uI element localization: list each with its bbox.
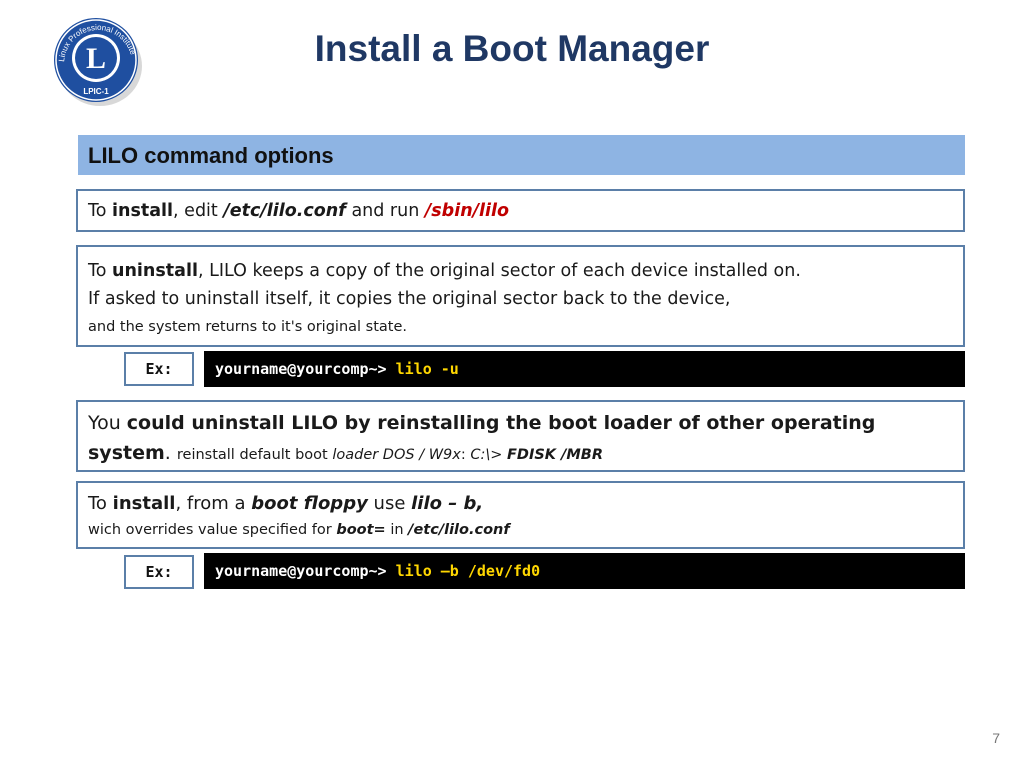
path-lilo-conf: /etc/lilo.conf bbox=[408, 522, 510, 538]
bold-word-system: system bbox=[88, 442, 165, 464]
text: wich overrides value specified for bbox=[88, 522, 337, 538]
text: use bbox=[367, 493, 412, 514]
bold-statement: could uninstall LILO by reinstalling the… bbox=[126, 412, 876, 434]
keyword-boot-floppy: boot floppy bbox=[251, 493, 368, 514]
floppy-line-2: wich overrides value specified for boot=… bbox=[88, 517, 953, 543]
command-lilo-b: lilo – b, bbox=[411, 493, 484, 514]
example-label: Ex: bbox=[124, 555, 194, 589]
example-label: Ex: bbox=[124, 352, 194, 386]
floppy-line-1: To install, from a boot floppy use lilo … bbox=[88, 491, 953, 517]
text: , LILO keeps a copy of the original sect… bbox=[197, 261, 801, 281]
uninstall-info-box: To uninstall, LILO keeps a copy of the o… bbox=[76, 245, 965, 347]
shell-prompt: yourname@yourcomp~> bbox=[215, 360, 396, 378]
page-number: 7 bbox=[992, 730, 1000, 746]
reinstall-info-box: You could uninstall LILO by reinstalling… bbox=[76, 400, 965, 472]
keyword-install: install bbox=[112, 493, 176, 514]
shell-prompt: yourname@yourcomp~> bbox=[215, 562, 396, 580]
path-lilo-conf: /etc/lilo.conf bbox=[223, 201, 346, 221]
floppy-info-box: To install, from a boot floppy use lilo … bbox=[76, 481, 965, 549]
text: To bbox=[88, 493, 113, 514]
slide-title: Install a Boot Manager bbox=[314, 28, 710, 69]
command-text: lilo –b /dev/fd0 bbox=[395, 562, 541, 580]
fdisk-command: FDISK /MBR bbox=[507, 447, 604, 463]
terminal-command-floppy: yourname@yourcomp~> lilo –b /dev/fd0 bbox=[204, 553, 965, 589]
text: , edit bbox=[173, 201, 224, 221]
path-sbin-lilo: /sbin/lilo bbox=[424, 201, 510, 221]
logo-badge-text: LPIC-1 bbox=[83, 87, 109, 96]
text: reinstall default boot bbox=[176, 447, 333, 463]
keyword-uninstall: uninstall bbox=[112, 261, 198, 281]
terminal-command-uninstall: yourname@yourcomp~> lilo -u bbox=[204, 351, 965, 387]
uninstall-line-3: and the system returns to it's original … bbox=[88, 319, 407, 335]
text: and run bbox=[345, 201, 425, 221]
dos-prompt: C:\> bbox=[470, 447, 507, 463]
keyword-install: install bbox=[112, 201, 174, 221]
text: You bbox=[88, 412, 127, 434]
command-text: lilo -u bbox=[395, 360, 459, 378]
text: in bbox=[385, 522, 409, 538]
uninstall-line-2: If asked to uninstall itself, it copies … bbox=[88, 289, 731, 309]
uninstall-line-1: To uninstall, LILO keeps a copy of the o… bbox=[88, 257, 953, 285]
loader-name: loader DOS / W9x bbox=[332, 447, 461, 463]
text: To bbox=[88, 201, 112, 221]
text: , from a bbox=[175, 493, 252, 514]
text: To bbox=[88, 261, 112, 281]
section-header: LILO command options bbox=[78, 135, 965, 175]
text: . bbox=[164, 442, 177, 464]
keyword-boot-option: boot= bbox=[336, 522, 386, 538]
text: : bbox=[460, 447, 471, 463]
install-info-box: To install, edit /etc/lilo.conf and run … bbox=[76, 189, 965, 232]
